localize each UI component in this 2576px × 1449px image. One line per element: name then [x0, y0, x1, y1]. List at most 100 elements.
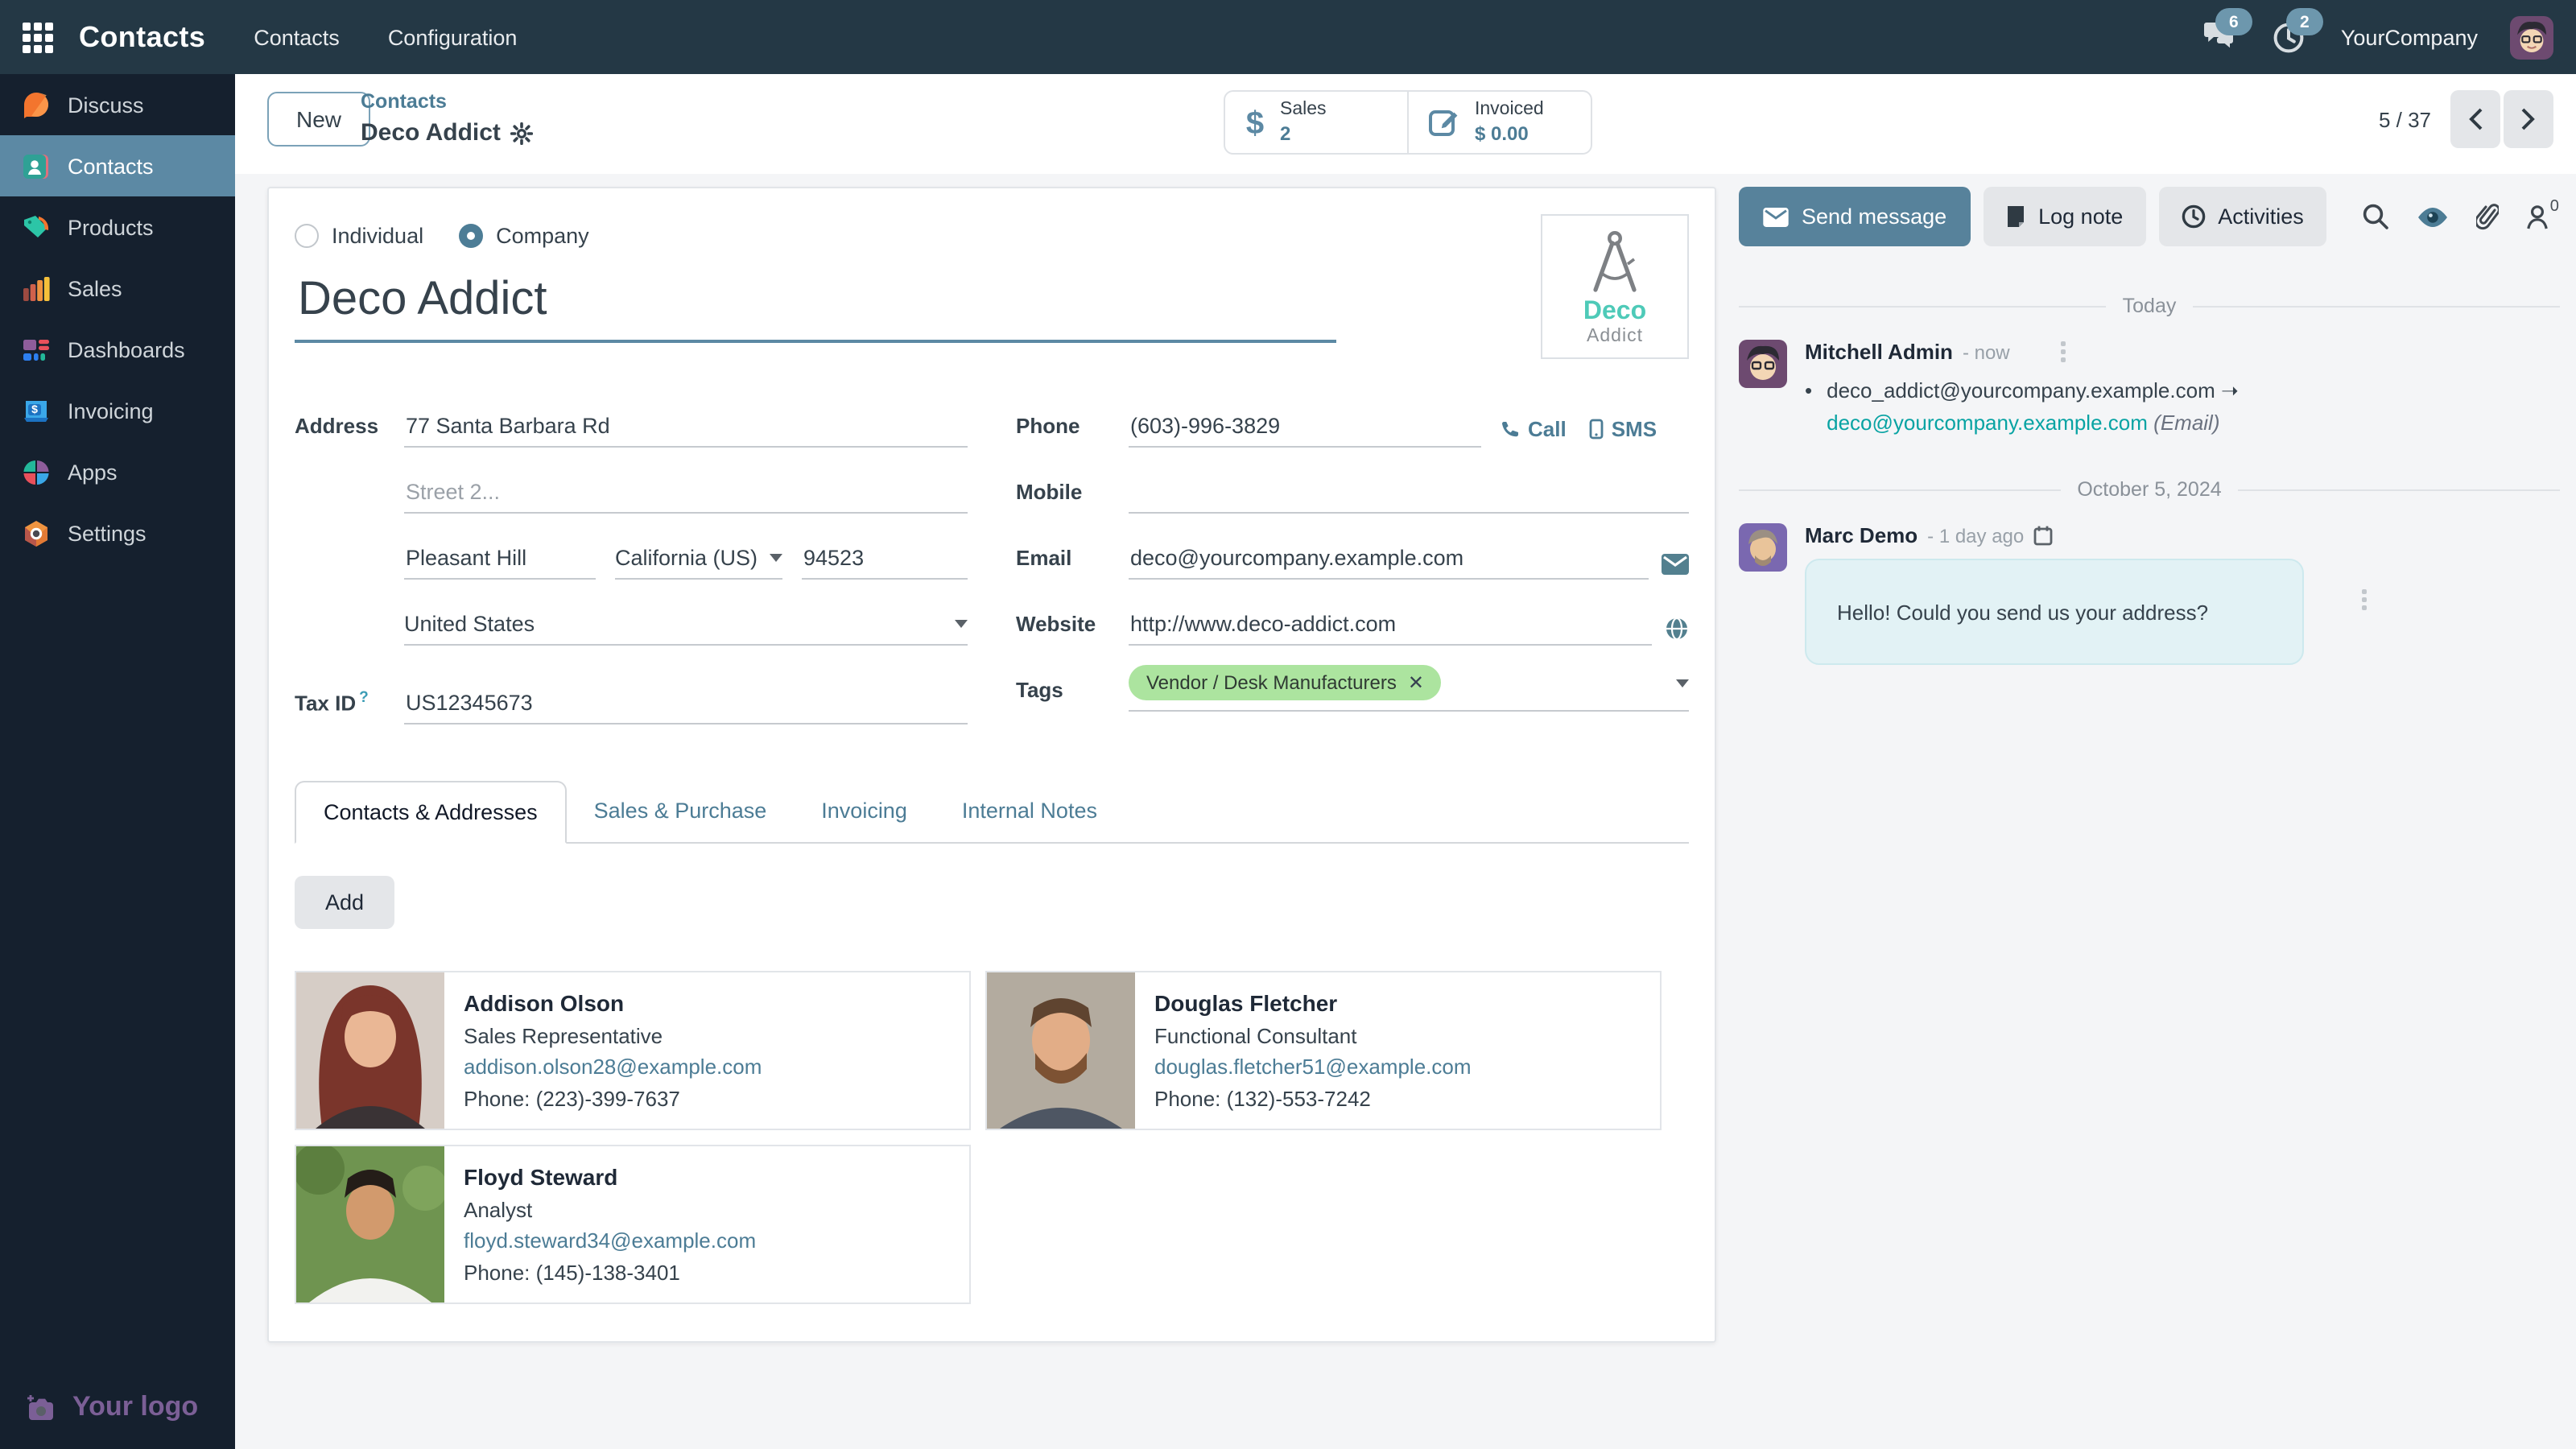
- mobile-input[interactable]: [1129, 480, 1689, 514]
- contact-email[interactable]: addison.olson28@example.com: [464, 1052, 762, 1084]
- tax-id-input[interactable]: [404, 691, 968, 724]
- sidebar-item-discuss[interactable]: Discuss: [0, 74, 235, 135]
- contact-card-douglas[interactable]: Douglas Fletcher Functional Consultant d…: [985, 971, 1662, 1130]
- phone-input[interactable]: [1129, 414, 1481, 448]
- contact-card-addison[interactable]: Addison Olson Sales Representative addis…: [295, 971, 971, 1130]
- contact-email[interactable]: douglas.fletcher51@example.com: [1154, 1052, 1472, 1084]
- chevron-right-icon: [2521, 108, 2536, 130]
- company-name-input[interactable]: [295, 274, 1336, 343]
- sales-stat-button[interactable]: $ Sales 2: [1224, 90, 1409, 155]
- invoiced-stat-button[interactable]: Invoiced $ 0.00: [1409, 90, 1592, 155]
- email-input[interactable]: [1129, 546, 1649, 580]
- messages-systray[interactable]: 6: [2199, 18, 2238, 56]
- sidebar-item-apps[interactable]: Apps: [0, 441, 235, 502]
- tab-sales-purchase[interactable]: Sales & Purchase: [567, 781, 795, 844]
- log-note-button[interactable]: Log note: [1984, 187, 2145, 246]
- new-button[interactable]: New: [267, 92, 370, 147]
- radio-individual[interactable]: Individual: [295, 224, 423, 248]
- followers-eye-icon[interactable]: [2417, 205, 2449, 228]
- street-input[interactable]: [404, 414, 968, 448]
- activities-button[interactable]: Activities: [2158, 187, 2326, 246]
- send-message-button[interactable]: Send message: [1739, 187, 1971, 246]
- message-options-icon[interactable]: [2062, 341, 2066, 362]
- chatter-panel: Send message Log note Activities 0 Today: [1739, 187, 2560, 666]
- tags-field[interactable]: Vendor / Desk Manufacturers ✕: [1129, 665, 1689, 712]
- avatar-marc[interactable]: [1739, 524, 1787, 572]
- message-options-icon[interactable]: [2362, 590, 2367, 611]
- phone-icon: [1501, 419, 1520, 439]
- discuss-app-icon: [21, 89, 52, 120]
- user-avatar[interactable]: [2510, 15, 2553, 59]
- radio-company[interactable]: Company: [459, 224, 589, 248]
- country-value: United States: [404, 612, 535, 636]
- contact-phone: Phone: (145)-138-3401: [464, 1257, 756, 1289]
- pager-counter: 5 / 37: [2379, 107, 2431, 131]
- app-sidebar: Discuss Contacts Products Sales Dashboar…: [0, 74, 235, 1449]
- tab-contacts-addresses[interactable]: Contacts & Addresses: [295, 781, 567, 844]
- state-select[interactable]: California (US): [615, 546, 782, 580]
- contact-name: Floyd Steward: [464, 1161, 756, 1195]
- contact-photo: [296, 1146, 444, 1302]
- sidebar-item-dashboards[interactable]: Dashboards: [0, 319, 235, 380]
- add-contact-button[interactable]: Add: [295, 876, 394, 929]
- sidebar-item-contacts[interactable]: Contacts: [0, 135, 235, 196]
- pager-next-button[interactable]: [2504, 90, 2553, 148]
- sidebar-item-invoicing[interactable]: $ Invoicing: [0, 380, 235, 441]
- search-messages-icon[interactable]: [2362, 203, 2389, 230]
- website-input[interactable]: [1129, 612, 1652, 646]
- message-marc: Marc Demo - 1 day ago Hello! Could you s…: [1739, 524, 2560, 666]
- company-switcher[interactable]: YourCompany: [2341, 25, 2478, 49]
- sms-link[interactable]: SMS: [1589, 417, 1657, 441]
- menu-configuration[interactable]: Configuration: [385, 19, 521, 56]
- country-select[interactable]: United States: [404, 612, 968, 646]
- sidebar-item-sales[interactable]: Sales: [0, 258, 235, 319]
- call-link[interactable]: Call: [1501, 417, 1567, 441]
- envelope-icon: [1763, 207, 1789, 226]
- menu-contacts[interactable]: Contacts: [250, 19, 343, 56]
- radio-company-circle[interactable]: [459, 224, 483, 248]
- chevron-left-icon: [2468, 108, 2483, 130]
- radio-individual-circle[interactable]: [295, 224, 319, 248]
- city-input[interactable]: [404, 546, 596, 580]
- open-website-icon[interactable]: [1665, 617, 1689, 646]
- send-email-icon[interactable]: [1662, 554, 1689, 580]
- company-logo[interactable]: Deco Addict: [1541, 214, 1689, 359]
- sidebar-item-settings[interactable]: Settings: [0, 502, 235, 564]
- tax-id-help-icon[interactable]: ?: [359, 688, 369, 706]
- followers-person-icon[interactable]: 0: [2526, 204, 2559, 229]
- bullet-dot: •: [1805, 375, 1812, 440]
- avatar-mitchell[interactable]: [1739, 340, 1787, 388]
- contact-form-sheet: Individual Company Deco Addict: [267, 187, 1716, 1343]
- contact-title: Sales Representative: [464, 1021, 762, 1052]
- tag-remove-icon[interactable]: ✕: [1408, 673, 1424, 692]
- child-contacts-list: Addison Olson Sales Representative addis…: [295, 971, 1689, 1304]
- contact-card-floyd[interactable]: Floyd Steward Analyst floyd.steward34@ex…: [295, 1145, 971, 1304]
- attachments-paperclip-icon[interactable]: [2476, 203, 2499, 230]
- camera-icon: [26, 1393, 60, 1421]
- message-time: - now: [1963, 341, 2010, 363]
- apps-menu-icon[interactable]: [23, 22, 53, 52]
- company-type-radios: Individual Company: [295, 224, 1689, 248]
- mobile-icon: [1589, 419, 1604, 440]
- invoiced-stat-label: Invoiced: [1475, 99, 1544, 122]
- pager-previous-button[interactable]: [2450, 90, 2500, 148]
- breadcrumb-parent[interactable]: Contacts: [361, 87, 533, 116]
- zip-input[interactable]: [802, 546, 968, 580]
- tracking-new-email[interactable]: deco@yourcompany.example.com: [1827, 411, 2148, 435]
- logo-word-addict: Addict: [1587, 326, 1643, 345]
- message-author[interactable]: Marc Demo: [1805, 524, 1918, 548]
- street2-input[interactable]: [404, 480, 968, 514]
- email-label: Email: [1016, 546, 1129, 580]
- sales-stat-value: 2: [1280, 122, 1327, 146]
- contact-email[interactable]: floyd.steward34@example.com: [464, 1226, 756, 1257]
- message-author[interactable]: Mitchell Admin: [1805, 340, 1953, 364]
- tab-invoicing[interactable]: Invoicing: [794, 781, 935, 844]
- your-logo[interactable]: Your logo: [26, 1391, 198, 1423]
- app-brand[interactable]: Contacts: [79, 20, 205, 54]
- sidebar-item-products[interactable]: Products: [0, 196, 235, 258]
- activities-systray[interactable]: 2: [2270, 18, 2309, 56]
- tab-internal-notes[interactable]: Internal Notes: [935, 781, 1125, 844]
- actions-gear-icon[interactable]: [510, 122, 533, 145]
- contact-phone: Phone: (223)-399-7637: [464, 1084, 762, 1115]
- invoicing-app-icon: $: [21, 395, 52, 426]
